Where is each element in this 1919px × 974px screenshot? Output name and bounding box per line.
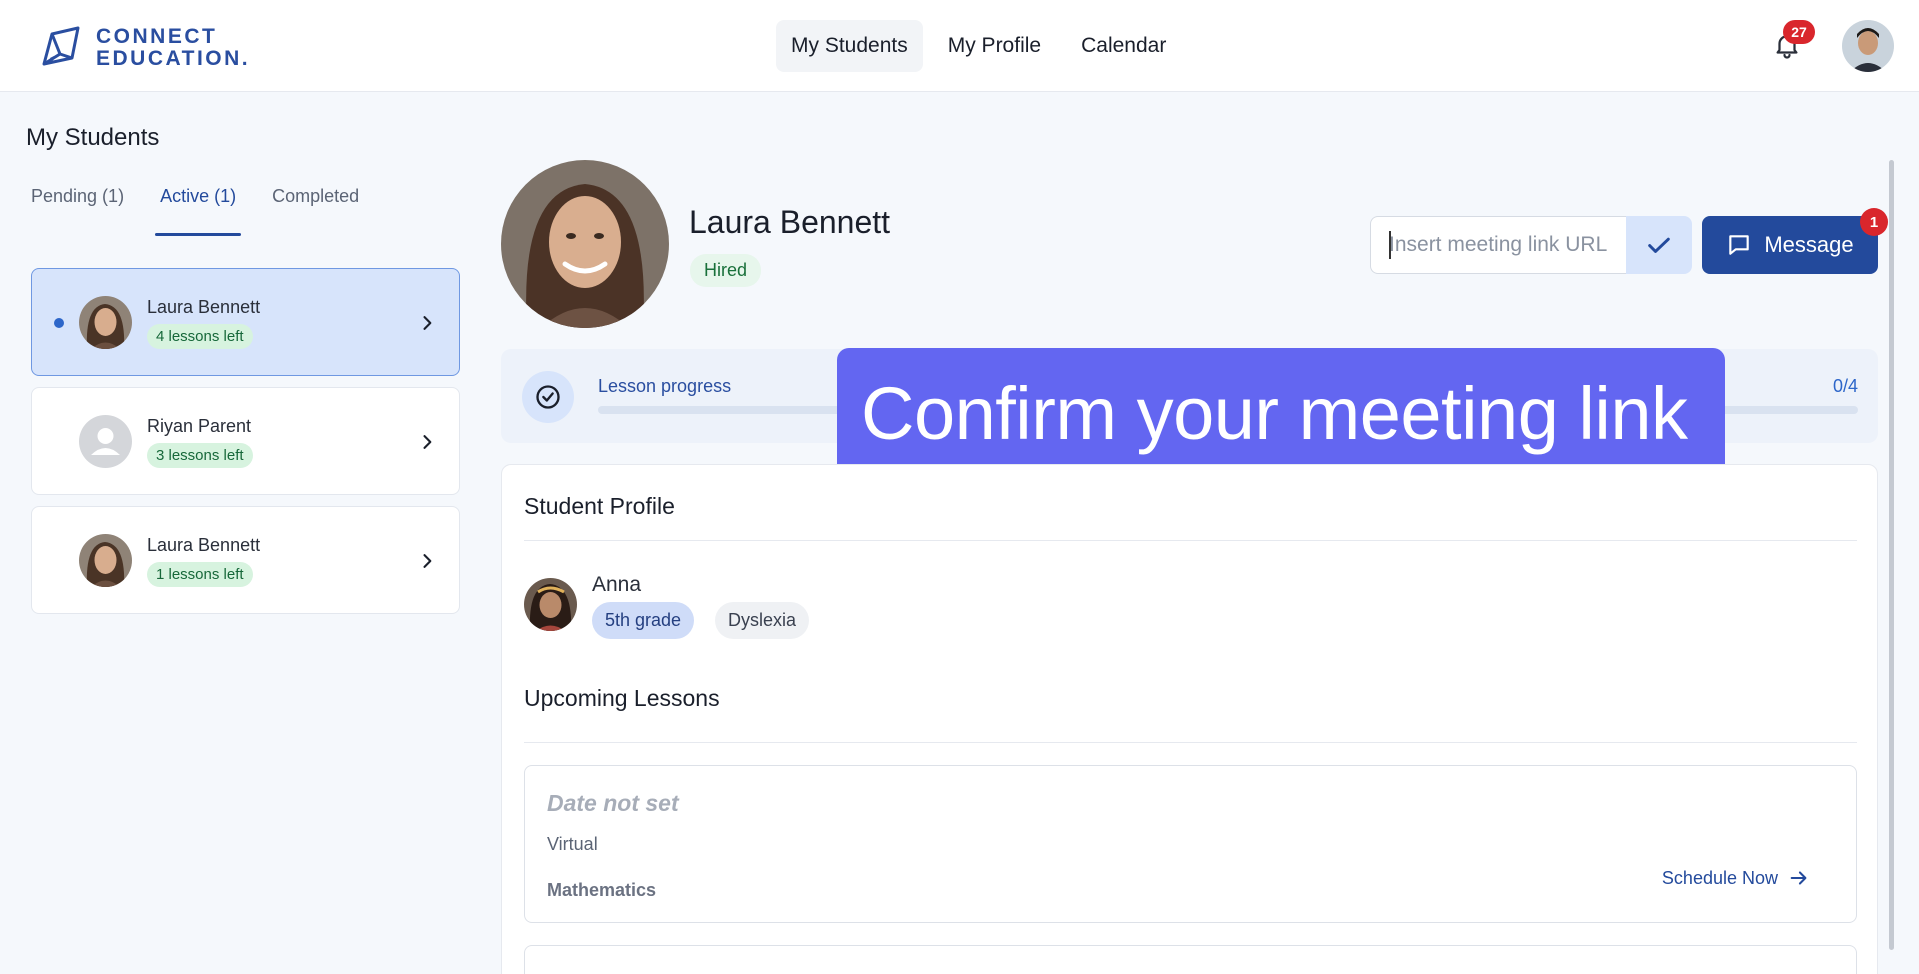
tab-pending[interactable]: Pending (1): [26, 182, 129, 234]
tab-completed[interactable]: Completed: [267, 182, 364, 234]
user-avatar-image: [1842, 20, 1894, 72]
confirm-meeting-link-button[interactable]: [1626, 216, 1692, 274]
text-cursor: [1389, 231, 1391, 259]
lessons-left-badge: 4 lessons left: [147, 324, 253, 349]
lessons-left-badge: 3 lessons left: [147, 443, 253, 468]
checkmark-icon: [1648, 237, 1670, 253]
divider: [524, 742, 1857, 743]
student-card[interactable]: Riyan Parent 3 lessons left: [31, 387, 460, 495]
divider: [524, 540, 1857, 541]
student-card[interactable]: Laura Bennett 1 lessons left: [31, 506, 460, 614]
student-name: Laura Bennett: [147, 535, 261, 555]
check-circle-icon: [522, 371, 574, 423]
lessons-left-badge: 1 lessons left: [147, 562, 253, 587]
chevron-right-icon: [423, 316, 432, 330]
message-button[interactable]: Message: [1702, 216, 1878, 274]
condition-tag: Dyslexia: [715, 602, 810, 639]
student-name: Laura Bennett: [147, 297, 261, 317]
message-badge: 1: [1860, 208, 1888, 236]
student-card[interactable]: Laura Bennett 4 lessons left: [31, 268, 460, 376]
schedule-now-link[interactable]: Schedule Now: [1662, 867, 1810, 889]
instruction-overlay: Confirm your meeting link: [837, 348, 1725, 479]
connect-education-logo[interactable]: CONNECT EDUCATION.: [38, 24, 250, 72]
avatar-placeholder: [79, 415, 132, 468]
logo-icon: [42, 26, 80, 66]
student-list: Laura Bennett 4 lessons left Riyan Paren…: [31, 268, 460, 625]
grade-tag: 5th grade: [592, 602, 695, 639]
progress-count: 0/4: [1832, 376, 1858, 396]
arrow-right-icon: [1790, 871, 1807, 885]
avatar: [79, 534, 132, 587]
message-button-label: Message: [1764, 232, 1854, 257]
logo-wordmark: CONNECT EDUCATION.: [96, 26, 250, 70]
chat-icon: [1729, 235, 1750, 255]
notification-badge: 27: [1783, 20, 1815, 44]
page-title: My Students: [26, 124, 160, 151]
student-name: Riyan Parent: [147, 416, 252, 436]
tab-active[interactable]: Active (1): [155, 182, 242, 236]
nav-calendar[interactable]: Calendar: [1066, 20, 1181, 72]
profile-photo: [501, 160, 669, 328]
lesson-date: Date not set: [547, 790, 679, 816]
meeting-link-input[interactable]: [1370, 216, 1626, 274]
user-avatar[interactable]: [1842, 20, 1894, 72]
logo-line-1: CONNECT: [96, 25, 218, 48]
schedule-now-label: Schedule Now: [1661, 867, 1778, 888]
student-profile-name: Anna: [592, 573, 642, 596]
logo-line-2: EDUCATION.: [96, 47, 251, 70]
avatar: [79, 296, 132, 349]
lesson-card: Date not set Virtual Mathematics Schedul…: [524, 765, 1857, 923]
chevron-right-icon: [423, 435, 432, 449]
scrollbar[interactable]: [1889, 160, 1894, 950]
status-badge: Hired: [690, 254, 762, 287]
student-profile-card: Student Profile Anna 5th grade Dyslexia …: [501, 464, 1878, 974]
selected-indicator: [54, 318, 64, 328]
student-avatar: [524, 578, 577, 631]
progress-label: Lesson progress: [598, 376, 732, 396]
section-title-upcoming-lessons: Upcoming Lessons: [524, 685, 720, 711]
section-title-student-profile: Student Profile: [524, 493, 675, 519]
lesson-subject: Mathematics: [547, 880, 657, 900]
profile-name: Laura Bennett: [689, 204, 891, 240]
chevron-right-icon: [423, 554, 432, 568]
main-nav: My Students My Profile Calendar: [776, 20, 1181, 72]
top-navigation-bar: CONNECT EDUCATION. My Students My Profil…: [0, 0, 1919, 92]
lesson-card: [524, 945, 1857, 974]
lesson-mode: Virtual: [547, 834, 598, 854]
nav-my-profile[interactable]: My Profile: [933, 20, 1056, 72]
nav-my-students[interactable]: My Students: [776, 20, 923, 72]
student-status-tabs: Pending (1) Active (1) Completed: [26, 182, 390, 236]
